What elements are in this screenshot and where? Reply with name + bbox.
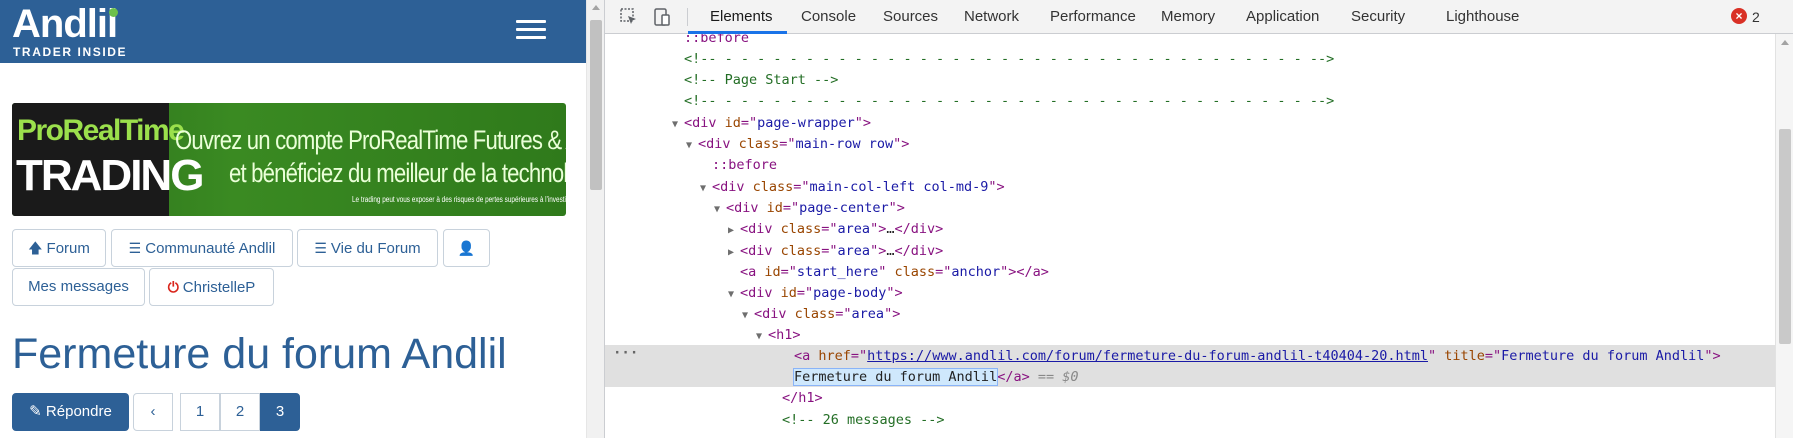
edit-icon: ✎ xyxy=(29,403,46,420)
website-viewport: Andlil TRADER INSIDE ProRealTime TRADING… xyxy=(0,0,586,438)
pagination-page-1[interactable]: 1 xyxy=(180,393,220,431)
mes-messages-label: Mes messages xyxy=(28,278,129,295)
scroll-up-arrow-icon[interactable] xyxy=(1781,40,1789,45)
collapse-triangle-icon: ▶ xyxy=(728,225,735,236)
mes-messages-button[interactable]: Mes messages xyxy=(12,268,145,306)
user-profile-button[interactable]: 👤 xyxy=(443,229,490,267)
dom-line[interactable]: <!-- - - - - - - - - - - - - - - - - - -… xyxy=(684,49,1334,70)
tab-network[interactable]: Network xyxy=(964,0,1019,34)
dom-line[interactable]: ▼ <div class="main-col-left col-md-9"> xyxy=(700,177,1005,198)
devtools-toolbar: Elements Console Sources Network Perform… xyxy=(605,0,1793,34)
dom-line[interactable]: <!-- 26 messages --> xyxy=(782,410,945,431)
devtools-scrollbar[interactable] xyxy=(1775,34,1793,438)
error-icon[interactable]: × xyxy=(1731,8,1747,24)
logout-button[interactable]: ⏻ ChristelleP xyxy=(149,268,274,306)
tab-security[interactable]: Security xyxy=(1351,0,1405,34)
tab-sources[interactable]: Sources xyxy=(883,0,938,34)
power-icon: ⏻ xyxy=(167,279,179,295)
node-actions-ellipsis-icon[interactable]: ··· xyxy=(613,346,638,360)
page-scrollbar-thumb[interactable] xyxy=(590,20,602,190)
forum-button-label: Forum xyxy=(46,240,90,257)
collapse-triangle-icon: ▶ xyxy=(728,247,735,258)
scroll-up-arrow-icon[interactable] xyxy=(592,5,600,10)
page-scrollbar[interactable] xyxy=(586,0,604,438)
tab-performance[interactable]: Performance xyxy=(1050,0,1136,34)
toolbar-separator xyxy=(687,8,688,26)
expand-triangle-icon: ▼ xyxy=(672,119,679,130)
expand-triangle-icon: ▼ xyxy=(700,183,707,194)
vie-du-forum-button[interactable]: ☰ Vie du Forum xyxy=(297,229,438,267)
list-icon: ☰ xyxy=(128,240,142,256)
thread-title: Fermeture du forum Andlil xyxy=(12,330,507,378)
dom-line-selected-a[interactable]: <a href="https://www.andlil.com/forum/fe… xyxy=(794,346,1721,367)
tab-lighthouse[interactable]: Lighthouse xyxy=(1446,0,1519,34)
devtools-scrollbar-thumb[interactable] xyxy=(1779,129,1791,344)
dom-line[interactable]: ▼ <div class="area"> xyxy=(742,304,900,325)
prorealtime-banner[interactable]: ProRealTime TRADING Ouvrez un compte Pro… xyxy=(12,103,566,216)
user-icon: 👤 xyxy=(457,240,476,256)
pagination-page-2[interactable]: 2 xyxy=(220,393,260,431)
dom-line[interactable]: ▼ <div id="page-body"> xyxy=(728,283,903,304)
dom-line[interactable]: ▼ <h1> xyxy=(756,325,801,346)
dom-line[interactable]: </h1> xyxy=(782,388,823,409)
tab-console[interactable]: Console xyxy=(801,0,856,34)
error-count[interactable]: 2 xyxy=(1752,0,1760,34)
dom-line[interactable]: ▶ <div class="area">…</div> xyxy=(728,241,943,262)
dom-line[interactable]: ▼ <div class="main-row row"> xyxy=(686,134,909,155)
node-href-link[interactable]: https://www.andlil.com/forum/fermeture-d… xyxy=(867,348,1428,364)
dom-line[interactable]: <a id="start_here" class="anchor"></a> xyxy=(740,262,1049,283)
reply-button[interactable]: ✎ Répondre xyxy=(12,393,129,431)
expand-triangle-icon: ▼ xyxy=(756,331,763,342)
expand-triangle-icon: ▼ xyxy=(714,204,721,215)
dom-tree: ··· ::before <!-- - - - - - - - - - - - … xyxy=(605,34,1775,438)
dom-line[interactable]: <!-- Page Start --> xyxy=(684,70,838,91)
expand-triangle-icon: ▼ xyxy=(728,289,735,300)
banner-line-2: et bénéficiez du meilleur de la technolo… xyxy=(229,158,566,188)
logout-user-label: ChristelleP xyxy=(182,279,256,296)
communaute-button[interactable]: ☰ Communauté Andlil xyxy=(111,229,293,267)
expand-triangle-icon: ▼ xyxy=(686,140,693,151)
dom-line[interactable]: ▶ <div class="area">…</div> xyxy=(728,219,943,240)
selected-text-node[interactable]: Fermeture du forum Andlil xyxy=(792,368,999,386)
hamburger-menu-icon[interactable] xyxy=(516,20,550,42)
dom-line[interactable]: ::before xyxy=(712,155,777,176)
tab-elements[interactable]: Elements xyxy=(710,0,773,34)
forum-button[interactable]: 🡅 Forum xyxy=(12,229,106,267)
reply-button-label: Répondre xyxy=(45,403,112,420)
dom-line[interactable]: ::before xyxy=(684,34,749,49)
tab-application[interactable]: Application xyxy=(1246,0,1319,34)
banner-brand-bottom: TRADING xyxy=(16,151,204,200)
banner-disclaimer: Le trading peut vous exposer à des risqu… xyxy=(352,195,566,204)
list-icon: ☰ xyxy=(314,240,327,256)
pagination-page-3[interactable]: 3 xyxy=(260,393,300,431)
dom-line[interactable]: ▼ <div id="page-wrapper"> xyxy=(672,113,871,134)
tab-memory[interactable]: Memory xyxy=(1161,0,1215,34)
banner-brand-top: ProRealTime xyxy=(17,114,185,147)
pagination-prev[interactable]: ‹ xyxy=(133,393,173,431)
dom-line-selected-text[interactable]: Fermeture du forum Andlil</a> == $0 xyxy=(792,367,1079,388)
inspect-element-icon[interactable] xyxy=(619,7,639,27)
dom-line[interactable]: ▼ <div id="page-center"> xyxy=(714,198,905,219)
devtools-panel: Elements Console Sources Network Perform… xyxy=(604,0,1793,438)
arrow-up-icon: 🡅 xyxy=(28,240,43,256)
expand-triangle-icon: ▼ xyxy=(742,310,749,321)
dom-line[interactable]: <!-- - - - - - - - - - - - - - - - - - -… xyxy=(684,91,1334,112)
communaute-button-label: Communauté Andlil xyxy=(145,240,276,257)
logo-dot-icon xyxy=(109,8,118,17)
banner-line-1: Ouvrez un compte ProRealTime Futures & A… xyxy=(175,125,566,155)
device-toolbar-icon[interactable] xyxy=(652,7,672,27)
andlil-logo[interactable]: Andlil TRADER INSIDE xyxy=(12,2,147,60)
logo-tagline: TRADER INSIDE xyxy=(13,45,128,59)
vie-du-forum-button-label: Vie du Forum xyxy=(330,240,421,257)
logo-text: Andlil xyxy=(12,2,118,46)
site-header: Andlil TRADER INSIDE xyxy=(0,0,586,63)
